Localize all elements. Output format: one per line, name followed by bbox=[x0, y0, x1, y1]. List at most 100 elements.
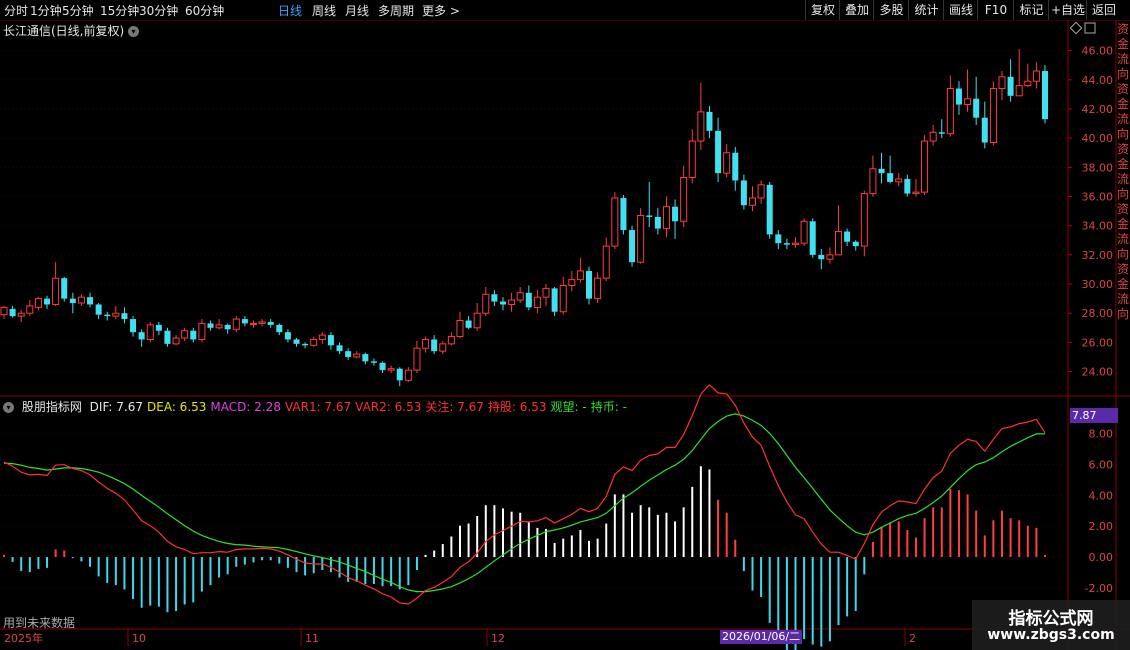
indicator-tick-label: 2.00 bbox=[1089, 520, 1114, 533]
current-value-tag: 7.87 bbox=[1070, 408, 1118, 423]
candle-body bbox=[706, 111, 713, 131]
indicator-value: 持币: - bbox=[590, 400, 627, 414]
candle-body bbox=[783, 243, 790, 245]
x-tick-label: 2025年 bbox=[4, 631, 43, 645]
candle-body bbox=[422, 338, 430, 349]
candle-body bbox=[869, 168, 877, 195]
candle-body bbox=[112, 312, 120, 317]
watermark-url: www.zbgs3.com bbox=[987, 627, 1115, 643]
candle-body bbox=[336, 345, 343, 352]
chevron-down-icon[interactable]: ▾ bbox=[3, 402, 14, 413]
candle-body bbox=[104, 314, 111, 317]
candle-body bbox=[844, 231, 851, 242]
candle-body bbox=[413, 347, 421, 371]
watermark: 指标公式网 www.zbgs3.com bbox=[972, 600, 1130, 650]
price-tick-label: 24.00 bbox=[1082, 366, 1114, 379]
candle-body bbox=[723, 152, 731, 174]
candle-body bbox=[327, 335, 334, 346]
candle-body bbox=[662, 206, 670, 230]
side-panel-text[interactable]: 资金流向资金流向资金流向资金流向资金流向 bbox=[1117, 22, 1130, 392]
candle-body bbox=[568, 279, 576, 286]
candle-body bbox=[404, 369, 412, 381]
candle-body bbox=[87, 297, 94, 305]
candle-body bbox=[680, 177, 688, 222]
candle-body bbox=[989, 88, 997, 144]
indicator-value: MACD: 2.28 bbox=[210, 400, 281, 414]
candle-body bbox=[904, 178, 911, 194]
candle-body bbox=[69, 298, 76, 303]
candle-body bbox=[370, 361, 377, 363]
candle-body bbox=[439, 343, 447, 352]
candle-body bbox=[1007, 76, 1014, 96]
candle-body bbox=[964, 98, 972, 106]
candle-body bbox=[921, 140, 929, 193]
x-tick-label: 2 bbox=[909, 632, 916, 645]
candle-body bbox=[130, 319, 137, 333]
dif-line bbox=[3, 383, 1046, 605]
candle-body bbox=[465, 320, 472, 328]
candle-body bbox=[267, 321, 274, 325]
indicator-legend: ▾ 股朋指标网 DIF: 7.67 DEA: 6.53 MACD: 2.28 VAR1… bbox=[3, 398, 631, 415]
indicator-value: VAR2: 6.53 bbox=[355, 400, 422, 414]
candle-body bbox=[345, 351, 352, 357]
kline-chart[interactable]: 46.00 44.00 42.00 40.00 38.00 36.00 34.00 32.00… bbox=[0, 0, 1130, 650]
candle-body bbox=[533, 296, 541, 308]
panel-toggle-icon bbox=[1084, 22, 1096, 34]
candle-body bbox=[800, 220, 808, 244]
candle-body bbox=[207, 323, 214, 328]
candle-body bbox=[318, 334, 326, 340]
price-tick-label: 36.00 bbox=[1082, 190, 1114, 203]
candle-body bbox=[929, 131, 937, 142]
candle-body bbox=[138, 332, 145, 340]
candle-body bbox=[26, 305, 34, 314]
candle-body bbox=[629, 230, 636, 263]
price-tick-label: 32.00 bbox=[1082, 249, 1114, 262]
candle-body bbox=[1015, 85, 1023, 97]
indicator-value: VAR1: 7.67 bbox=[284, 400, 352, 414]
candle-body bbox=[895, 178, 903, 183]
candle-body bbox=[912, 191, 920, 195]
candle-body bbox=[542, 287, 550, 298]
candle-body bbox=[973, 98, 980, 118]
candle-body bbox=[559, 284, 567, 313]
candle-body bbox=[302, 343, 309, 346]
candle-body bbox=[0, 306, 8, 316]
candle-body bbox=[602, 245, 610, 279]
candle-body bbox=[516, 292, 524, 301]
candle-body bbox=[482, 293, 490, 314]
candle-body bbox=[1041, 71, 1049, 120]
candle-body bbox=[198, 322, 206, 340]
candle-body bbox=[155, 324, 162, 331]
candle-body bbox=[293, 339, 300, 344]
candle-body bbox=[955, 88, 962, 105]
candle-body bbox=[1032, 70, 1040, 82]
candle-body bbox=[17, 312, 25, 317]
candle-body bbox=[353, 353, 361, 358]
candle-body bbox=[258, 321, 266, 324]
candle-body bbox=[981, 117, 988, 143]
indicator-tick-label: 0.00 bbox=[1089, 551, 1114, 564]
indicator-value: DIF: 7.67 bbox=[89, 400, 143, 414]
candle-body bbox=[284, 332, 291, 340]
candle-body bbox=[181, 330, 189, 339]
candle-body bbox=[387, 368, 395, 371]
candle-body bbox=[860, 193, 868, 247]
indicator-name[interactable]: 股朋指标网 bbox=[22, 400, 82, 414]
candle-body bbox=[551, 288, 558, 312]
candle-body bbox=[215, 324, 223, 329]
candle-body bbox=[620, 197, 627, 231]
candle-body bbox=[654, 216, 661, 229]
x-tick-label: 12 bbox=[491, 632, 505, 645]
candle-body bbox=[447, 336, 455, 345]
price-tick-label: 30.00 bbox=[1082, 278, 1114, 291]
diamond-icon bbox=[1069, 21, 1083, 35]
candle-body bbox=[232, 318, 240, 330]
candle-body bbox=[697, 111, 705, 142]
candle-body bbox=[164, 330, 171, 344]
candle-body bbox=[594, 277, 602, 300]
candle-body bbox=[826, 254, 834, 260]
price-tick-label: 38.00 bbox=[1082, 161, 1114, 174]
candle-body bbox=[852, 241, 859, 247]
candle-body bbox=[1024, 80, 1032, 87]
dea-line bbox=[3, 413, 1045, 593]
